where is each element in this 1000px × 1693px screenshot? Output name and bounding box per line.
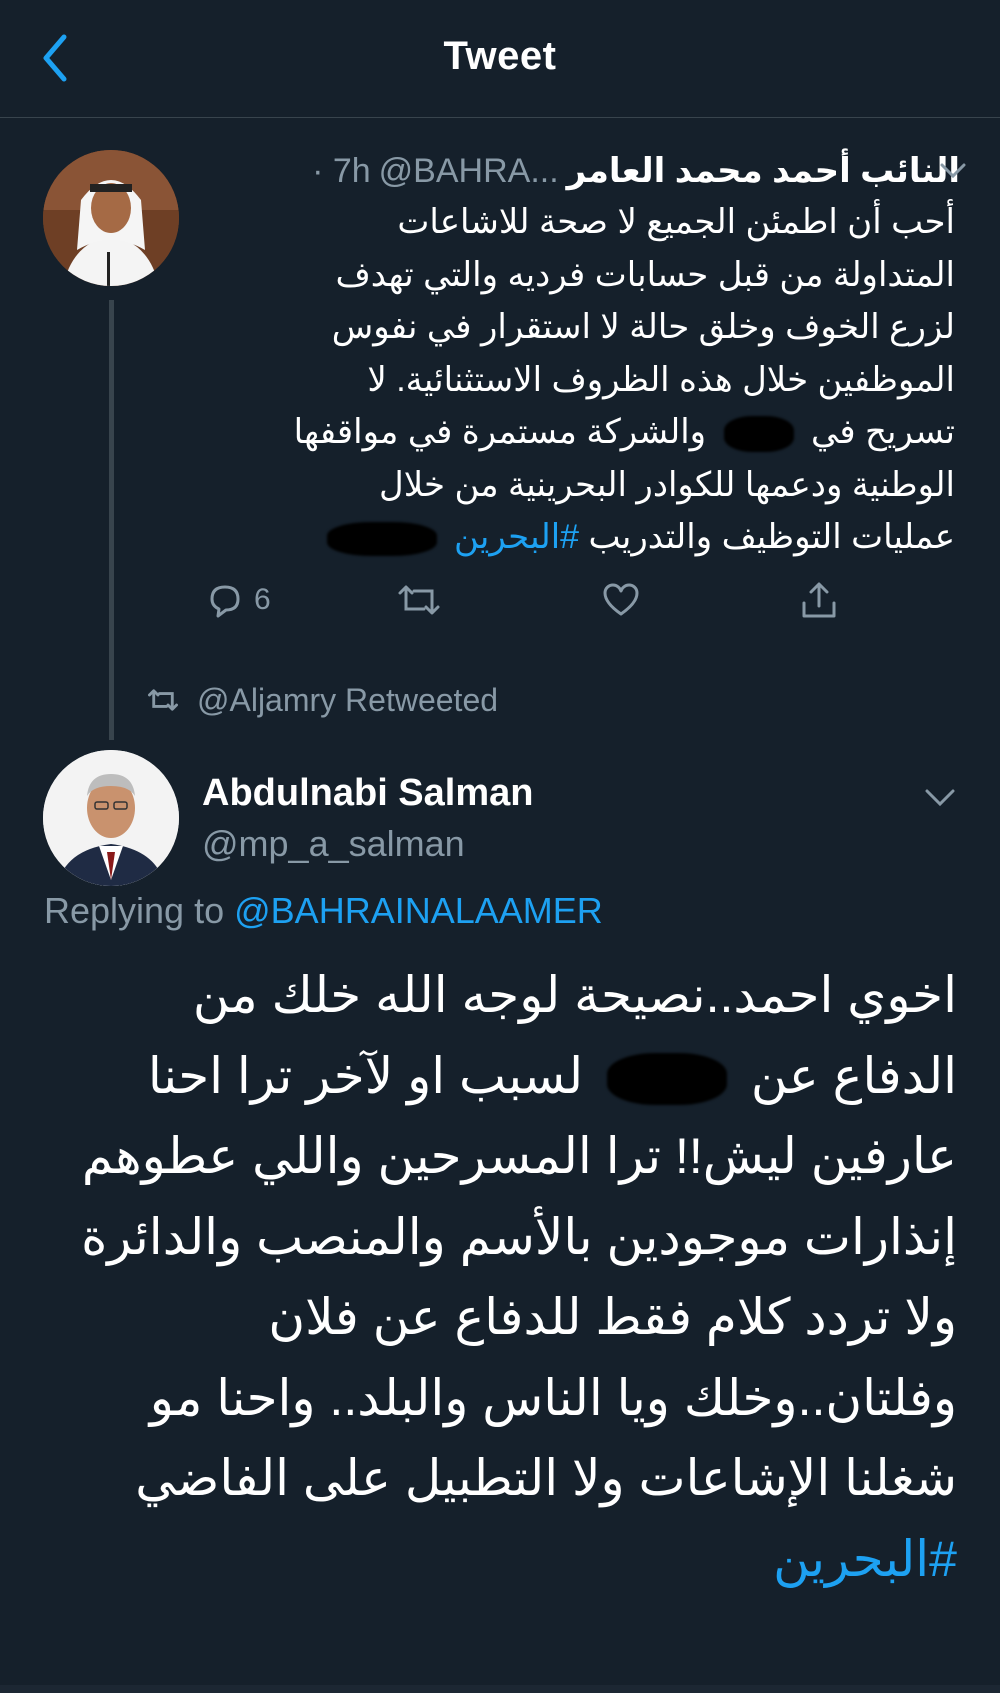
tweet2-line: إنذارات موجودين بالأسم والمنصب والدائرة [81,1208,957,1265]
tweet2-line: ولا تردد كلام فقط للدفاع عن فلان [268,1289,957,1345]
tweet1-line-part: والشركة مستمرة في مواقفها [293,413,707,451]
tweet1-header: · 7h @BAHRA... النائب أحمد محمد العامر [312,146,960,196]
tweet2-author-name[interactable]: Abdulnabi Salman [202,772,533,815]
tweet1-line: تسريح في والشركة مستمرة في مواقفها [195,406,955,459]
redaction-mark [723,416,794,453]
bottom-divider [0,1685,1000,1693]
tweet2-line-part: لسبب او لآخر ترا احنا [147,1047,584,1104]
page-title: Tweet [443,34,557,78]
tweet2-menu-button[interactable] [922,780,958,816]
tweet1-author-name[interactable]: النائب أحمد محمد العامر [567,151,960,191]
tweet1-line: الموظفين خلال هذه الظروف الاستثنائية. لا [367,360,955,399]
tweet1-line: عمليات التوظيف والتدريب #البحرين [195,511,955,564]
tweet1-menu-button[interactable] [938,156,968,186]
tweet1-actions: 6 [200,575,860,625]
replying-to: Replying to @BAHRAINALAAMER [44,890,603,932]
retweet-notice-text[interactable]: @Aljamry Retweeted [197,682,498,719]
tweet2-line-part: الدفاع عن [750,1047,957,1104]
mention-link[interactable]: @BAHRAINALAAMER [234,890,603,931]
thread-line [109,300,114,740]
retweet-icon [148,689,178,711]
avatar-image [43,150,179,286]
hashtag-link[interactable]: #البحرين [57,1519,957,1600]
tweet2-line: وفلتان..وخلك ويا الناس والبلد.. واحنا مو [149,1369,957,1426]
hashtag-link[interactable]: #البحرين [454,518,579,556]
tweet2-text: اخوي احمد..نصيحة لوجه الله خلك من الدفاع… [57,955,957,1599]
chevron-down-icon [925,789,955,807]
tweet1-line-part: عمليات التوظيف والتدريب [588,518,955,556]
tweet2-line: الدفاع عن لسبب او لآخر ترا احنا [57,1036,957,1117]
redaction-mark [326,522,437,557]
tweet1-handle[interactable]: @BAHRA... [379,152,559,191]
tweet2-line: شغلنا الإشاعات ولا التطبيل على الفاضي [135,1450,957,1506]
tweet2-line: عارفين ليش!! ترا المسرحين واللي عطوهم [81,1128,957,1184]
replying-label: Replying to [44,890,225,931]
retweet-icon [398,585,440,615]
share-icon [802,582,836,618]
reply-icon [210,585,240,618]
tweet2-line: اخوي احمد..نصيحة لوجه الله خلك من [192,967,957,1023]
tweet2-handle[interactable]: @mp_a_salman [202,823,465,865]
tweet1-line: لزرع الخوف وخلق حالة لا استقرار في نفوس [331,308,955,346]
tweet1-line: الوطنية ودعمها للكوادر البحرينية من خلال [379,465,955,504]
avatar[interactable] [43,750,179,886]
tweet1-text: أحب أن اطمئن الجميع لا صحة للاشاعات المت… [195,196,955,564]
tweet1-line: أحب أن اطمئن الجميع لا صحة للاشاعات [397,203,955,241]
retweet-notice: @Aljamry Retweeted [145,678,498,722]
redaction-mark [606,1053,727,1106]
like-icon [603,583,639,616]
avatar[interactable] [43,150,179,286]
tweet1-line: المتداولة من قبل حسابات فرديه والتي تهدف [335,255,956,294]
reply-count: 6 [254,583,271,616]
reply-button[interactable]: 6 [204,575,271,625]
like-button[interactable] [600,575,642,625]
retweet-button[interactable] [396,575,442,625]
tweet1-line-part: تسريح في [810,413,955,451]
share-button[interactable] [798,575,840,625]
top-bar: Tweet [0,0,1000,118]
avatar-image [43,750,179,886]
chevron-down-icon [940,163,966,179]
tweet1-time: · 7h [312,151,371,190]
